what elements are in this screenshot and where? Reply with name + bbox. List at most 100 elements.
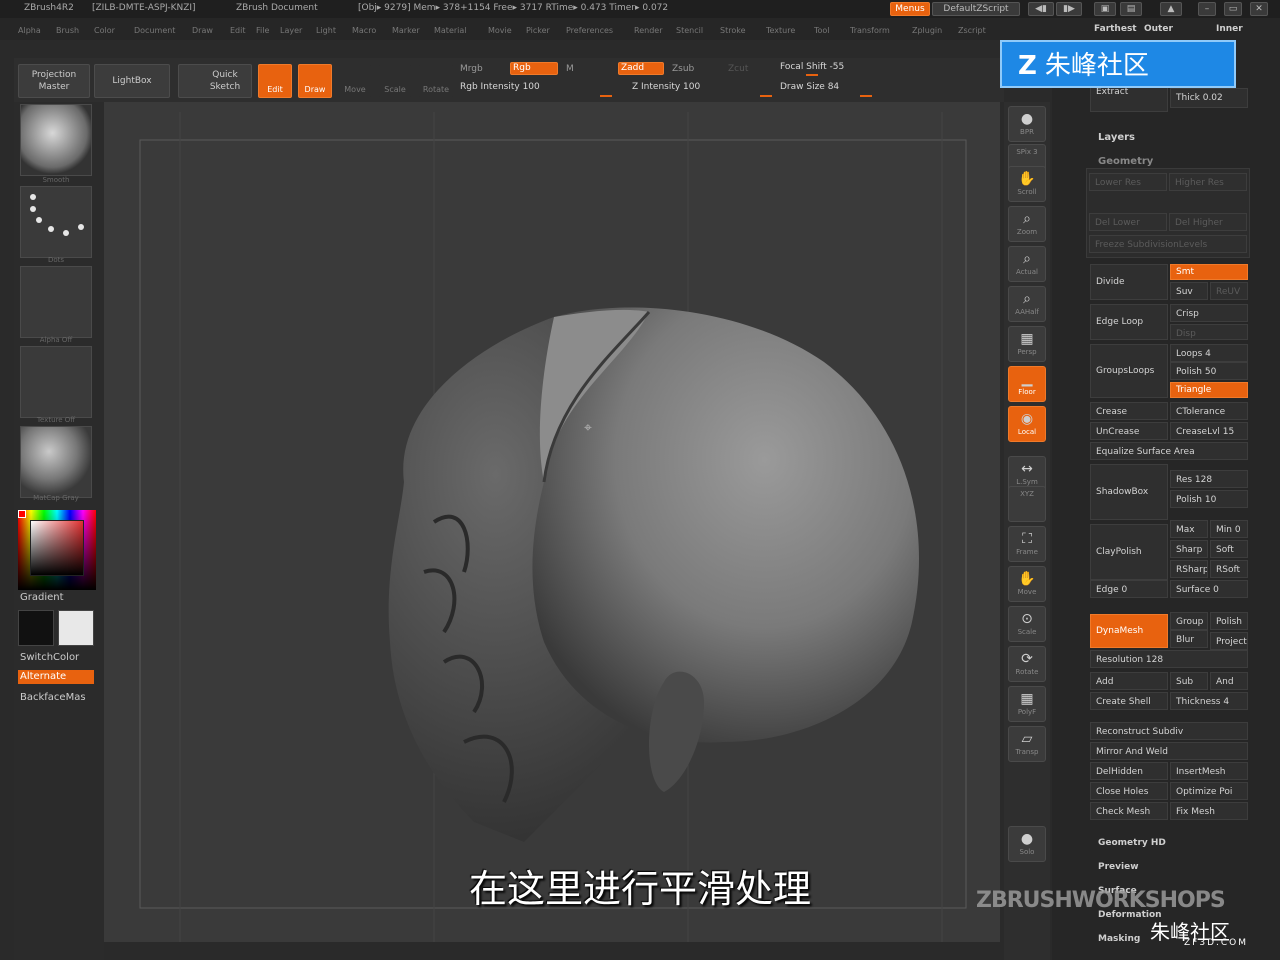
smt-toggle[interactable]: Smt	[1170, 264, 1248, 280]
rgb-button[interactable]: Rgb	[510, 62, 558, 75]
edge-slider[interactable]: Edge 0	[1090, 580, 1168, 598]
optimize-points-button[interactable]: Optimize Poi	[1170, 782, 1248, 800]
menu-stroke[interactable]: Stroke	[720, 26, 746, 35]
create-shell-button[interactable]: Create Shell	[1090, 692, 1168, 710]
loops-slider[interactable]: Loops 4	[1170, 344, 1248, 362]
focal-shift-knob[interactable]	[806, 74, 818, 76]
zsub-button[interactable]: Zsub	[672, 64, 694, 74]
menu-render[interactable]: Render	[634, 26, 662, 35]
local-button[interactable]: ◉ Local	[1008, 406, 1046, 442]
del-higher-button[interactable]: Del Higher	[1169, 213, 1247, 231]
uncrease-button[interactable]: UnCrease	[1090, 422, 1168, 440]
rsharp-slider[interactable]: RSharp	[1170, 560, 1208, 578]
scale-button[interactable]: Scale	[378, 64, 412, 98]
triangle-toggle[interactable]: Triangle	[1170, 382, 1248, 398]
brush-thumbnail[interactable]	[20, 104, 92, 176]
sub-button[interactable]: Sub	[1170, 672, 1208, 690]
equalize-surface-area-button[interactable]: Equalize Surface Area	[1090, 442, 1248, 460]
polish-toggle[interactable]: Polish	[1210, 612, 1248, 630]
crease-button[interactable]: Crease	[1090, 402, 1168, 420]
crisp-toggle[interactable]: Crisp	[1170, 304, 1248, 322]
menu-zplugin[interactable]: Zplugin	[912, 26, 942, 35]
scale-button[interactable]: ⊙ Scale	[1008, 606, 1046, 642]
insertmesh-button[interactable]: InsertMesh	[1170, 762, 1248, 780]
projection-master-button[interactable]: Projection Master	[18, 64, 90, 98]
geometry-subpalette[interactable]: Geometry	[1098, 156, 1153, 167]
menu-document[interactable]: Document	[134, 26, 175, 35]
masking-subpalette[interactable]: Masking	[1098, 934, 1140, 944]
color-picker[interactable]	[18, 510, 96, 590]
polish10-slider[interactable]: Polish 10	[1170, 490, 1248, 508]
menu-color[interactable]: Color	[94, 26, 115, 35]
del-lower-button[interactable]: Del Lower	[1089, 213, 1167, 231]
menu-light[interactable]: Light	[316, 26, 336, 35]
res-slider[interactable]: Res 128	[1170, 470, 1248, 488]
dynamesh-button[interactable]: DynaMesh	[1090, 614, 1168, 648]
fix-mesh-button[interactable]: Fix Mesh	[1170, 802, 1248, 820]
draw-button[interactable]: Draw	[298, 64, 332, 98]
menu-zscript[interactable]: Zscript	[958, 26, 986, 35]
draw-size-slider[interactable]: Draw Size 84	[780, 82, 839, 92]
surface-slider[interactable]: Surface 0	[1170, 580, 1248, 598]
blur-slider[interactable]: Blur	[1170, 630, 1208, 648]
zoom-button[interactable]: ⌕ Zoom	[1008, 206, 1046, 242]
rotate-button[interactable]: ⟳ Rotate	[1008, 646, 1046, 682]
soft-slider[interactable]: Soft	[1210, 540, 1248, 558]
creaselvl-slider[interactable]: CreaseLvl 15	[1170, 422, 1248, 440]
m-button[interactable]: M	[566, 64, 574, 74]
rgb-intensity-knob[interactable]	[600, 95, 612, 97]
group-toggle[interactable]: Group	[1170, 612, 1208, 630]
zcut-button[interactable]: Zcut	[728, 64, 748, 74]
default-zscript-button[interactable]: DefaultZScript	[932, 2, 1020, 16]
quick-sketch-button[interactable]: Quick Sketch	[178, 64, 252, 98]
divide-button[interactable]: Divide	[1090, 264, 1168, 300]
z-intensity-knob[interactable]	[760, 95, 772, 97]
draw-size-knob[interactable]	[860, 95, 872, 97]
and-button[interactable]: And	[1210, 672, 1248, 690]
rotate-button[interactable]: Rotate	[418, 64, 454, 98]
menu-edit[interactable]: Edit	[230, 26, 246, 35]
delhidden-button[interactable]: DelHidden	[1090, 762, 1168, 780]
layout-icon[interactable]: ▤	[1120, 2, 1142, 16]
ctolerance-slider[interactable]: CTolerance	[1170, 402, 1248, 420]
move-button[interactable]: ✋ Move	[1008, 566, 1046, 602]
left-arrows-icon[interactable]: ◀▮	[1028, 2, 1054, 16]
menu-layer[interactable]: Layer	[280, 26, 302, 35]
document-canvas[interactable]: ⌖	[104, 102, 1000, 942]
window-icon[interactable]: ▣	[1094, 2, 1116, 16]
switchcolor-button[interactable]: SwitchColor	[20, 652, 79, 663]
lightbox-button[interactable]: LightBox	[94, 64, 170, 98]
menu-draw[interactable]: Draw	[192, 26, 213, 35]
inner-button[interactable]: Inner	[1216, 24, 1243, 34]
disp-slider[interactable]: Disp	[1170, 324, 1248, 340]
check-mesh-button[interactable]: Check Mesh	[1090, 802, 1168, 820]
menu-brush[interactable]: Brush	[56, 26, 79, 35]
claypolish-button[interactable]: ClayPolish	[1090, 524, 1168, 580]
color-square[interactable]	[30, 520, 84, 576]
mirror-and-weld-button[interactable]: Mirror And Weld	[1090, 742, 1248, 760]
suv-toggle[interactable]: Suv	[1170, 282, 1208, 300]
thickness-slider[interactable]: Thickness 4	[1170, 692, 1248, 710]
reconstruct-subdiv-button[interactable]: Reconstruct Subdiv	[1090, 722, 1248, 740]
shadowbox-button[interactable]: ShadowBox	[1090, 464, 1168, 520]
groupsloops-button[interactable]: GroupsLoops	[1090, 344, 1168, 398]
scroll-button[interactable]: ✋ Scroll	[1008, 166, 1046, 202]
stroke-thumbnail[interactable]	[20, 186, 92, 258]
persp-button[interactable]: ▦ Persp	[1008, 326, 1046, 362]
project-toggle[interactable]: Project	[1210, 632, 1248, 650]
aahalf-button[interactable]: ⌕ AAHalf	[1008, 286, 1046, 322]
alternate-button[interactable]: Alternate	[18, 670, 94, 684]
bpr-button[interactable]: ● BPR	[1008, 106, 1046, 142]
edit-button[interactable]: Edit	[258, 64, 292, 98]
transp-button[interactable]: ▱ Transp	[1008, 726, 1046, 762]
min-slider[interactable]: Min 0	[1210, 520, 1248, 538]
menu-picker[interactable]: Picker	[526, 26, 550, 35]
frame-button[interactable]: ⛶ Frame	[1008, 526, 1046, 562]
polish-slider[interactable]: Polish 50	[1170, 362, 1248, 380]
higher-res-button[interactable]: Higher Res	[1169, 173, 1247, 191]
menu-movie[interactable]: Movie	[488, 26, 512, 35]
rsoft-slider[interactable]: RSoft	[1210, 560, 1248, 578]
preview-subpalette[interactable]: Preview	[1098, 862, 1139, 872]
color-marker[interactable]	[18, 510, 26, 518]
xyz-button[interactable]: XYZ	[1008, 486, 1046, 522]
